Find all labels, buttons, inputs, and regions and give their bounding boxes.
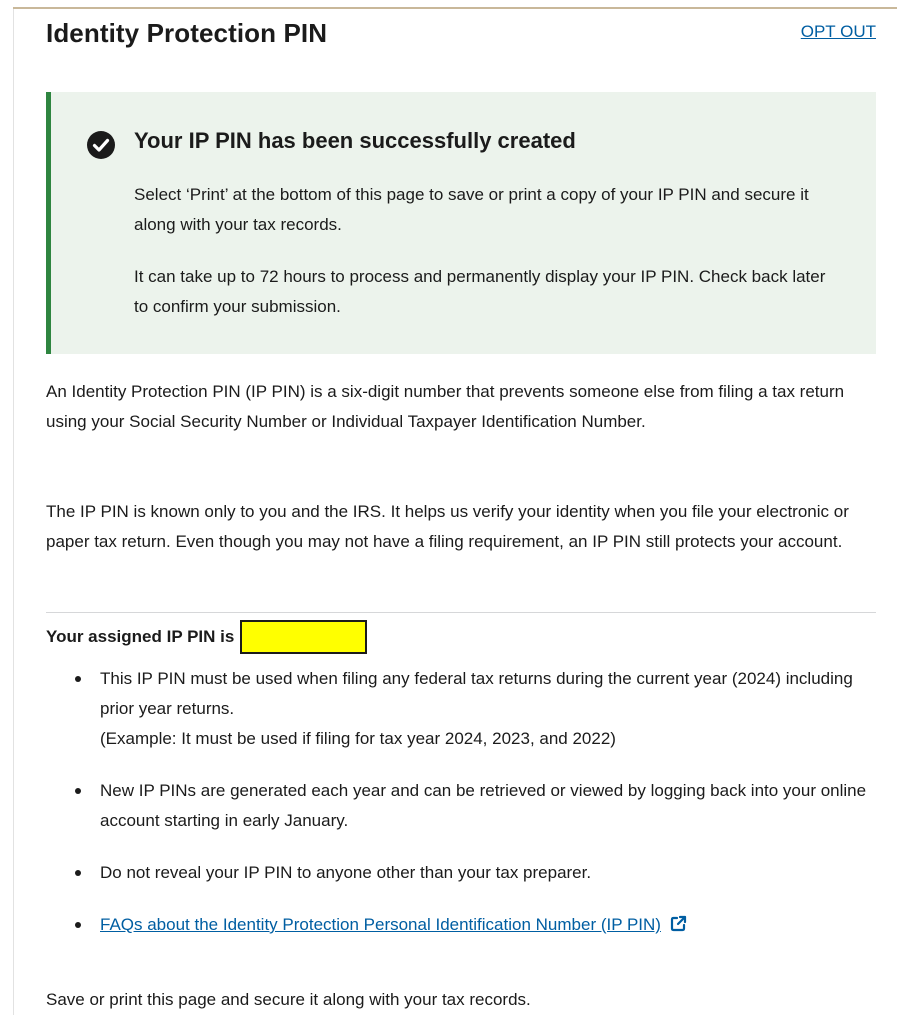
list-item: Do not reveal your IP PIN to anyone othe… bbox=[46, 858, 876, 888]
alert-heading: Your IP PIN has been successfully create… bbox=[134, 128, 576, 153]
intro-paragraph-definition: An Identity Protection PIN (IP PIN) is a… bbox=[46, 382, 845, 431]
alert-paragraph-print: Select ‘Print’ at the bottom of this pag… bbox=[134, 185, 809, 234]
bullet-icon bbox=[75, 922, 81, 928]
section-divider bbox=[46, 612, 876, 613]
page-title: Identity Protection PIN bbox=[46, 18, 328, 48]
faq-link[interactable]: FAQs about the Identity Protection Perso… bbox=[100, 915, 661, 934]
list-item: FAQs about the Identity Protection Perso… bbox=[46, 910, 876, 940]
pin-info-list: This IP PIN must be used when filing any… bbox=[46, 664, 876, 940]
list-item-example: (Example: It must be used if filing for … bbox=[100, 729, 616, 748]
pin-redaction-box bbox=[240, 620, 368, 654]
alert-paragraph-processing: It can take up to 72 hours to process an… bbox=[134, 267, 826, 316]
intro-paragraph-irs: The IP PIN is known only to you and the … bbox=[46, 502, 849, 551]
bullet-icon bbox=[75, 676, 81, 682]
list-item: New IP PINs are generated each year and … bbox=[46, 776, 876, 836]
page-header: Identity Protection PIN OPT OUT bbox=[46, 0, 876, 70]
list-item-text: New IP PINs are generated each year and … bbox=[100, 781, 867, 830]
assigned-pin-label: Your assigned IP PIN is bbox=[46, 627, 235, 646]
check-circle-icon bbox=[87, 131, 115, 159]
bullet-icon bbox=[75, 788, 81, 794]
closing-text: Save or print this page and secure it al… bbox=[46, 990, 531, 1009]
list-item: This IP PIN must be used when filing any… bbox=[46, 664, 876, 754]
bullet-icon bbox=[75, 870, 81, 876]
success-alert: Your IP PIN has been successfully create… bbox=[46, 92, 876, 354]
main-content: Identity Protection PIN OPT OUT Your IP … bbox=[46, 0, 876, 1009]
list-item-text: This IP PIN must be used when filing any… bbox=[100, 669, 853, 718]
assigned-pin-row: Your assigned IP PIN is bbox=[46, 618, 368, 656]
list-item-text: Do not reveal your IP PIN to anyone othe… bbox=[100, 863, 592, 882]
left-border bbox=[13, 9, 14, 1015]
opt-out-link[interactable]: OPT OUT bbox=[801, 22, 876, 42]
external-link-icon[interactable] bbox=[670, 915, 687, 932]
